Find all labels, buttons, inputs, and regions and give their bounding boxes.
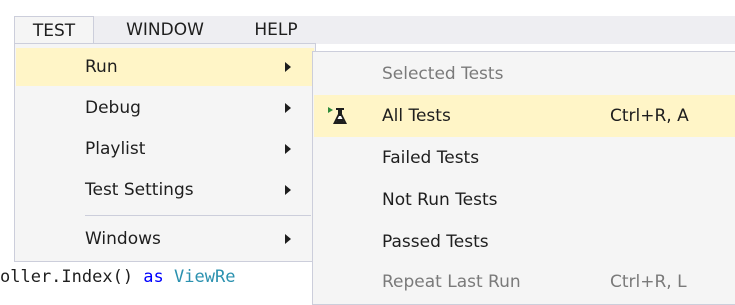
submenu-item-failed-tests[interactable]: Failed Tests bbox=[314, 137, 735, 179]
menu-item-label: Run bbox=[85, 57, 118, 77]
menu-bar: TEST WINDOW HELP bbox=[14, 16, 735, 44]
submenu-item-passed-tests[interactable]: Passed Tests bbox=[314, 221, 735, 263]
menu-help[interactable]: HELP bbox=[236, 16, 316, 44]
code-editor-line[interactable]: oller.Index() as ViewRe bbox=[0, 262, 235, 292]
menu-item-run[interactable]: Run bbox=[16, 48, 314, 86]
menu-window[interactable]: WINDOW bbox=[96, 16, 234, 44]
run-submenu: Selected Tests All Tests Ctrl+R, A Faile… bbox=[312, 51, 735, 305]
submenu-item-label: Passed Tests bbox=[382, 232, 489, 252]
test-menu-dropdown: Run Debug Playlist Test Settings Windows bbox=[14, 43, 316, 262]
menu-item-debug[interactable]: Debug bbox=[16, 89, 314, 127]
menu-item-label: Debug bbox=[85, 98, 141, 118]
submenu-item-label: All Tests bbox=[382, 106, 451, 126]
visual-studio-screen: TEST WINDOW HELP Run Debug Playlist Test… bbox=[0, 0, 735, 305]
menu-item-label: Playlist bbox=[85, 139, 146, 159]
submenu-arrow-icon bbox=[285, 144, 291, 154]
menu-item-label: Test Settings bbox=[85, 180, 194, 200]
submenu-arrow-icon bbox=[285, 62, 291, 72]
menu-item-playlist[interactable]: Playlist bbox=[16, 130, 314, 168]
keyboard-shortcut: Ctrl+R, A bbox=[610, 106, 689, 126]
code-text: oller.Index() bbox=[0, 267, 144, 287]
submenu-item-all-tests[interactable]: All Tests Ctrl+R, A bbox=[314, 95, 735, 137]
menu-test[interactable]: TEST bbox=[14, 16, 94, 44]
submenu-item-not-run-tests[interactable]: Not Run Tests bbox=[314, 179, 735, 221]
submenu-item-repeat-last-run[interactable]: Repeat Last Run Ctrl+R, L bbox=[314, 261, 735, 303]
run-tests-flask-icon bbox=[327, 105, 349, 127]
menu-item-label: Windows bbox=[85, 229, 161, 249]
menu-item-test-settings[interactable]: Test Settings bbox=[16, 171, 314, 209]
submenu-item-label: Selected Tests bbox=[382, 64, 504, 84]
submenu-arrow-icon bbox=[285, 185, 291, 195]
submenu-item-label: Failed Tests bbox=[382, 148, 480, 168]
submenu-arrow-icon bbox=[285, 103, 291, 113]
code-keyword: as bbox=[143, 267, 164, 287]
menu-separator bbox=[85, 215, 311, 216]
submenu-item-label: Repeat Last Run bbox=[382, 272, 521, 292]
code-type-name: ViewRe bbox=[174, 267, 236, 287]
submenu-arrow-icon bbox=[285, 234, 291, 244]
submenu-item-selected-tests[interactable]: Selected Tests bbox=[314, 53, 735, 95]
menu-item-windows[interactable]: Windows bbox=[16, 220, 314, 258]
keyboard-shortcut: Ctrl+R, L bbox=[610, 272, 687, 292]
submenu-item-label: Not Run Tests bbox=[382, 190, 498, 210]
